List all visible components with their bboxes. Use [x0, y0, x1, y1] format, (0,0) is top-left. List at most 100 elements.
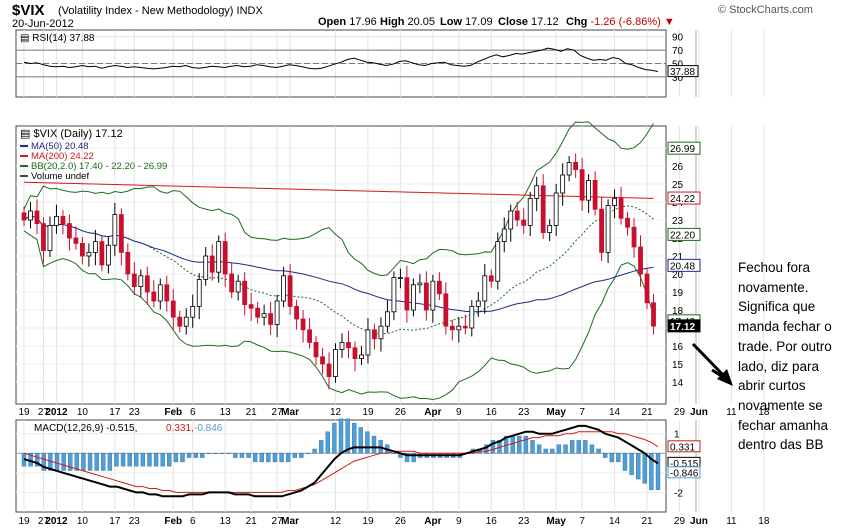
- candle-up: [534, 185, 540, 199]
- candle-up: [508, 210, 514, 230]
- annotation-text: Fechou fora novamente. Significa que man…: [738, 260, 832, 453]
- macd-histogram-bar: [239, 453, 245, 458]
- x-axis-label: 19: [362, 407, 374, 418]
- x-axis-label: Feb: [164, 407, 182, 418]
- macd-histogram-bar: [365, 431, 370, 454]
- price-tick-label: 16: [672, 342, 684, 353]
- macd-histogram-bar: [609, 453, 614, 463]
- x-axis-label: 21: [641, 516, 653, 527]
- x-axis-label: 19: [18, 516, 30, 527]
- candle-down: [436, 280, 442, 295]
- macd-histogram-bar: [173, 453, 179, 463]
- macd-histogram-bar: [530, 440, 535, 454]
- macd-histogram-bar: [616, 453, 621, 463]
- candle-down: [242, 280, 248, 306]
- macd-histogram-bar: [563, 444, 568, 454]
- price-value-label: 26.99: [670, 144, 695, 155]
- candle-down: [73, 237, 79, 244]
- candle-up: [391, 277, 397, 313]
- candle-down: [540, 185, 546, 234]
- candle-down: [268, 313, 274, 325]
- candle-down: [313, 341, 319, 358]
- x-axis-label: 23: [518, 516, 530, 527]
- candle-down: [80, 242, 85, 257]
- macd-title-hist: -0.846: [194, 423, 223, 434]
- candle-up: [138, 275, 144, 287]
- macd-value-label: -0.846: [670, 468, 699, 479]
- price-title: ▤ $VIX (Daily) 17.12: [20, 128, 123, 140]
- macd-histogram-bar: [54, 453, 60, 471]
- macd-histogram-bar: [517, 435, 522, 454]
- candle-down: [651, 302, 656, 327]
- candle-down: [449, 325, 455, 331]
- macd-title-name: MACD(12,26,9) -0.515,: [34, 423, 137, 434]
- candle-up: [527, 197, 533, 226]
- candle-down: [644, 273, 650, 304]
- x-axis-label: 17: [109, 516, 121, 527]
- x-axis-label: 12: [330, 407, 342, 418]
- macd-histogram-bar: [266, 453, 271, 463]
- candle-up: [605, 205, 611, 253]
- macd-histogram-bar: [206, 453, 212, 454]
- candle-up: [235, 280, 241, 293]
- macd-histogram-bar: [629, 453, 634, 476]
- candle-up: [333, 349, 338, 378]
- macd-histogram-bar: [213, 453, 218, 454]
- candle-up: [501, 228, 507, 242]
- candle-up: [261, 313, 267, 318]
- macd-histogram-bar: [180, 453, 185, 463]
- x-axis-label: 10: [77, 407, 89, 418]
- x-axis-label: 17: [109, 407, 121, 418]
- candle-down: [229, 273, 235, 293]
- x-axis-label: 26: [395, 516, 407, 527]
- candle-up: [359, 354, 364, 359]
- macd-tick-label: -2: [674, 488, 683, 499]
- candle-down: [625, 217, 630, 228]
- macd-histogram-bar: [556, 444, 562, 454]
- macd-histogram-bar: [120, 453, 126, 467]
- macd-histogram-bar: [510, 435, 515, 454]
- candle-down: [67, 223, 72, 239]
- candle-up: [430, 280, 436, 311]
- macd-histogram-bar: [272, 453, 278, 463]
- macd-histogram-bar: [569, 440, 575, 454]
- candle-down: [60, 215, 66, 224]
- macd-histogram-bar: [550, 448, 555, 454]
- macd-histogram-bar: [371, 435, 377, 454]
- candle-down: [638, 246, 643, 275]
- candle-down: [631, 226, 637, 248]
- candle-up: [482, 275, 488, 302]
- macd-histogram-bar: [134, 453, 139, 467]
- x-axis-label: 21: [641, 407, 653, 418]
- x-axis-label: 6: [190, 516, 196, 527]
- candle-up: [378, 325, 384, 340]
- x-axis-label: Mar: [281, 516, 299, 527]
- candle-down: [287, 275, 293, 307]
- macd-histogram-bar: [167, 453, 172, 467]
- x-axis-label: 10: [77, 516, 89, 527]
- candle-down: [521, 219, 527, 226]
- candle-up: [339, 341, 345, 350]
- x-axis-label: Feb: [164, 516, 182, 527]
- price-value-label: 17.12: [670, 322, 695, 333]
- candle-up: [365, 329, 371, 356]
- candle-down: [21, 212, 27, 221]
- price-tick-label: 25: [672, 180, 684, 191]
- macd-histogram-bar: [219, 453, 225, 454]
- price-value-label: 22.20: [670, 230, 695, 241]
- x-axis-label: 16: [486, 516, 498, 527]
- candle-up: [417, 282, 423, 286]
- candle-down: [144, 275, 150, 293]
- macd-histogram-bar: [233, 453, 238, 458]
- macd-histogram-bar: [252, 453, 258, 463]
- x-axis-label: 6: [190, 407, 196, 418]
- x-axis-label: 7: [579, 407, 585, 418]
- x-axis-label: May: [546, 407, 566, 418]
- candle-down: [131, 273, 137, 288]
- candle-down: [99, 241, 105, 266]
- x-axis-label: 13: [220, 516, 232, 527]
- x-axis-label: 16: [486, 407, 498, 418]
- macd-histogram-bar: [622, 453, 628, 471]
- macd-histogram-bar: [589, 444, 595, 454]
- macd-histogram-bar: [74, 453, 80, 471]
